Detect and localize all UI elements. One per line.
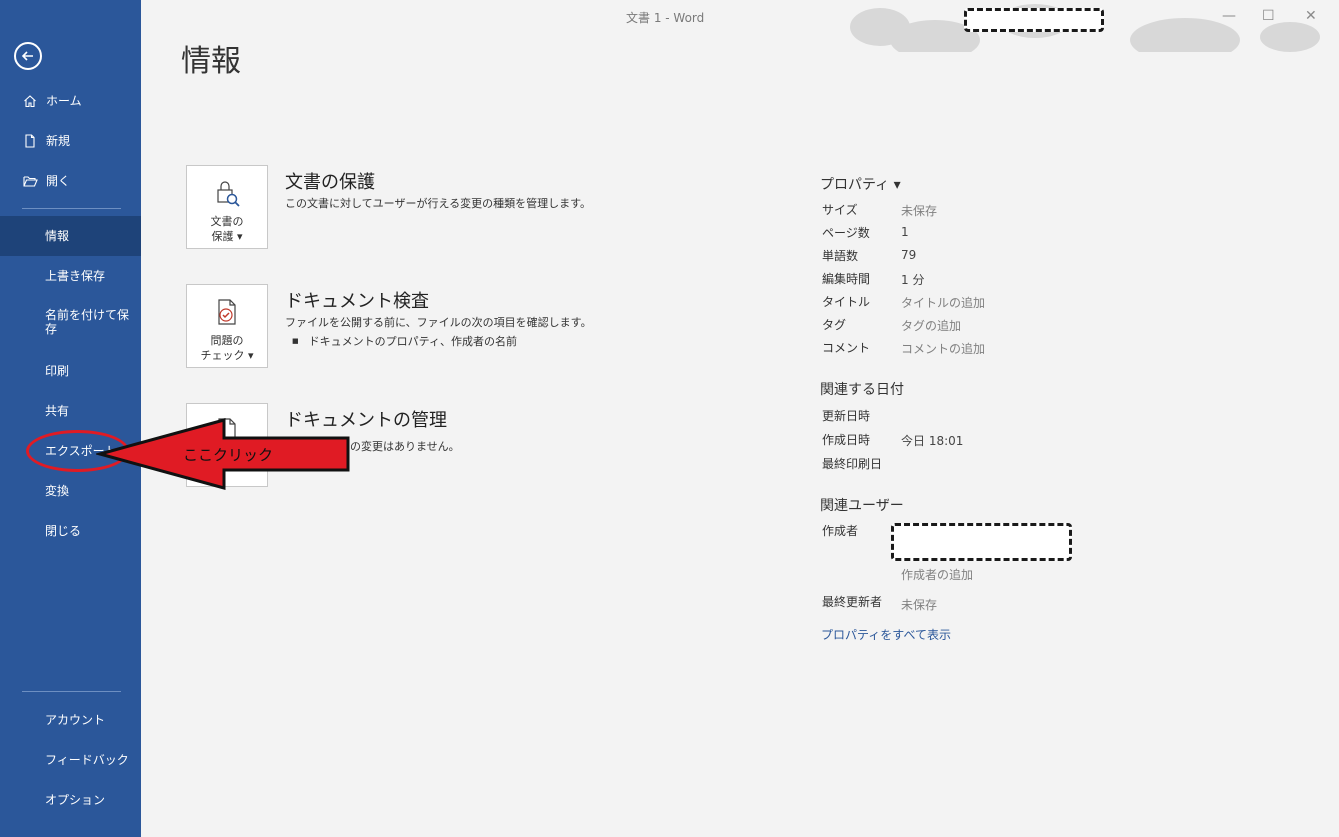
property-key: 最終印刷日 xyxy=(822,457,883,471)
open-folder-icon xyxy=(22,173,38,189)
sidebar-item-save-as[interactable]: 名前を付けて保存 xyxy=(0,298,141,346)
property-value: 79 xyxy=(901,248,917,262)
sidebar-item-label: 新規 xyxy=(46,134,71,148)
related-dates-heading: 関連する日付 xyxy=(820,382,904,398)
show-all-properties-link[interactable]: プロパティをすべて表示 xyxy=(821,626,951,643)
sidebar-item-label: 情報 xyxy=(45,229,70,243)
document-check-icon xyxy=(210,295,244,329)
property-key: 作成者 xyxy=(822,524,859,538)
property-key: コメント xyxy=(822,341,871,355)
window-title: 文書 1 - Word xyxy=(626,11,705,25)
sidebar-item-save[interactable]: 上書き保存 xyxy=(0,256,141,296)
sidebar-item-home[interactable]: ホーム xyxy=(0,81,141,121)
property-value: 1 xyxy=(901,225,909,239)
sidebar-item-new[interactable]: 新規 xyxy=(0,121,141,161)
page-title: 情報 xyxy=(181,44,241,79)
property-value: 1 分 xyxy=(901,273,925,287)
sidebar-item-label: アカウント xyxy=(45,713,106,727)
section-description: この文書に対してユーザーが行える変更の種類を管理します。 xyxy=(285,197,592,210)
sidebar-item-account[interactable]: アカウント xyxy=(0,700,141,740)
tags-field[interactable]: タグの追加 xyxy=(901,317,961,334)
property-key: タイトル xyxy=(822,295,871,309)
section-title: 文書の保護 xyxy=(285,172,375,193)
property-key: ページ数 xyxy=(822,226,870,240)
sidebar-divider xyxy=(22,208,121,209)
sidebar-item-options[interactable]: オプション xyxy=(0,780,141,820)
new-document-icon xyxy=(22,133,38,149)
property-value: 未保存 xyxy=(901,204,938,218)
section-bullet: ドキュメントのプロパティ、作成者の名前 xyxy=(292,333,517,349)
title-field[interactable]: タイトルの追加 xyxy=(901,294,985,311)
property-value: 未保存 xyxy=(901,598,938,612)
sidebar-item-print[interactable]: 印刷 xyxy=(0,351,141,391)
property-key: 更新日時 xyxy=(822,409,871,423)
sidebar-item-feedback[interactable]: フィードバック xyxy=(0,740,141,780)
section-description: の変更はありません。 xyxy=(350,440,460,453)
sidebar-item-label: ホーム xyxy=(46,94,82,108)
property-key: 編集時間 xyxy=(822,272,871,286)
comments-field[interactable]: コメントの追加 xyxy=(901,340,985,357)
property-key: 作成日時 xyxy=(822,433,871,447)
sidebar-item-label: オプション xyxy=(45,793,106,807)
sidebar-item-label: 名前を付けて保存 xyxy=(45,308,130,336)
annotation-text: ここクリック xyxy=(183,446,274,464)
property-key: 単語数 xyxy=(822,249,859,263)
redacted-author-name xyxy=(891,523,1072,561)
sidebar-item-label: フィードバック xyxy=(45,753,129,767)
lock-search-icon xyxy=(210,176,244,210)
back-arrow-icon xyxy=(21,51,33,61)
sidebar-item-label: 上書き保存 xyxy=(45,269,106,283)
property-value: 今日 18:01 xyxy=(901,434,964,448)
property-key: タグ xyxy=(822,318,847,332)
tile-label: 文書の 保護 ▾ xyxy=(210,215,244,243)
sidebar-item-info[interactable]: 情報 xyxy=(0,216,141,256)
back-button[interactable] xyxy=(14,42,42,70)
protect-document-button[interactable]: 文書の 保護 ▾ xyxy=(186,165,268,249)
sidebar-item-open[interactable]: 開く xyxy=(0,161,141,201)
redacted-account-name xyxy=(964,8,1104,32)
property-key: サイズ xyxy=(822,203,858,217)
section-title: ドキュメント検査 xyxy=(285,291,429,312)
close-window-button[interactable]: ✕ xyxy=(1305,8,1317,24)
maximize-button[interactable]: ☐ xyxy=(1262,8,1275,24)
add-author-field[interactable]: 作成者の追加 xyxy=(901,566,973,583)
sidebar-divider xyxy=(22,691,121,692)
property-key: 最終更新者 xyxy=(822,595,883,609)
tile-label: 問題の チェック ▾ xyxy=(200,334,254,362)
sidebar-item-label: 印刷 xyxy=(45,364,70,378)
minimize-button[interactable]: — xyxy=(1222,8,1236,24)
sidebar-item-close[interactable]: 閉じる xyxy=(0,511,141,551)
check-for-issues-button[interactable]: 問題の チェック ▾ xyxy=(186,284,268,368)
properties-dropdown[interactable]: プロパティ ▾ xyxy=(820,174,901,194)
section-description: ファイルを公開する前に、ファイルの次の項目を確認します。 xyxy=(285,316,592,329)
sidebar-item-label: 閉じる xyxy=(45,524,82,538)
sidebar-item-label: 開く xyxy=(46,174,71,188)
home-icon xyxy=(22,93,38,109)
related-people-heading: 関連ユーザー xyxy=(820,498,904,514)
